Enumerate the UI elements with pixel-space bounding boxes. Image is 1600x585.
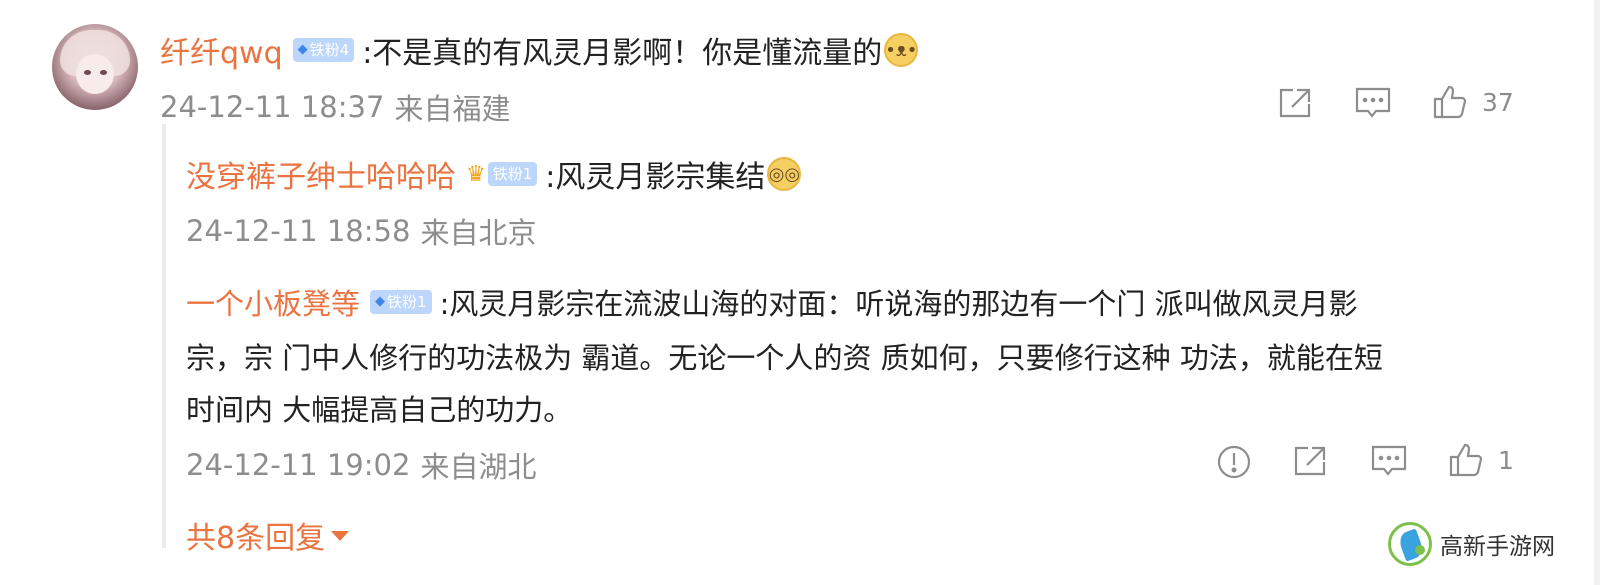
watermark: 高新手游网: [1388, 522, 1555, 566]
comment-icon: [1371, 445, 1407, 476]
reply-1-username[interactable]: 没穿裤子绅士哈哈哈: [186, 152, 456, 196]
reply-2-timestamp: 24-12-11 19:02: [186, 448, 411, 482]
comment-text: :不是真的有风灵月影啊！你是懂流量的: [362, 36, 883, 71]
like-count: 37: [1482, 87, 1514, 117]
reply-1-text: :风灵月影宗集结: [545, 160, 766, 195]
thumbs-up-icon: [1433, 85, 1467, 119]
reply-2-text-line-2: 宗，宗 门中人修行的功法极为 霸道。无论一个人的资 质如何，只要修行这种 功法，…: [186, 341, 1383, 375]
report-icon: [1217, 445, 1251, 479]
reply-1-badge-label: 铁粉: [492, 165, 523, 183]
watermark-text: 高新手游网: [1440, 534, 1555, 560]
diamond-icon: ◆: [297, 42, 308, 57]
comment-timestamp: 24-12-11 18:37: [160, 90, 385, 124]
comment-button[interactable]: [1354, 86, 1392, 120]
doge-emoji-icon: •ᴥ•: [884, 33, 919, 67]
reply-2-badge-label: 铁粉: [387, 293, 418, 311]
badge-label: 铁粉: [309, 41, 340, 59]
diamond-icon: ◆: [375, 294, 386, 309]
comment-location: 来自福建: [394, 92, 511, 126]
share-icon: [1279, 88, 1311, 118]
reply-2-text-line-1: :风灵月影宗在流波山海的对面：听说海的那边有一个门 派叫做风灵月影: [439, 287, 1358, 321]
glasses-emoji-icon: ◎◎: [767, 157, 802, 191]
report-button[interactable]: [1216, 444, 1252, 480]
reply-2-badge-level: 1: [417, 293, 427, 311]
caret-down-icon: [331, 531, 350, 541]
reply-2-text-line-3: 时间内 大幅提高自己的功力。: [186, 393, 573, 427]
reply-2-username[interactable]: 一个小板凳等: [186, 281, 360, 323]
more-replies-label: 共8条回复: [186, 521, 326, 556]
badge-level: 4: [339, 41, 350, 59]
reply-1-fan-badge[interactable]: 铁粉 1: [487, 162, 538, 186]
comment-meta: 24-12-11 18:37 来自福建: [160, 86, 510, 128]
fan-badge[interactable]: ◆ 铁粉 4: [292, 38, 355, 62]
reply-1-meta: 24-12-11 18:58 来自北京: [186, 210, 536, 252]
reply-2-meta: 24-12-11 19:02 来自湖北: [186, 444, 536, 486]
page-edge: [1594, 0, 1600, 585]
comment-username[interactable]: 纤纤qwq: [160, 28, 283, 72]
reply-2-like-count: 1: [1498, 445, 1514, 475]
share-button[interactable]: [1277, 86, 1313, 120]
comment-header: 纤纤qwq ◆ 铁粉 4 :不是真的有风灵月影啊！你是懂流量的 •ᴥ•: [160, 28, 919, 72]
reply-1-location: 来自北京: [420, 216, 537, 250]
reply-2-comment-button[interactable]: [1370, 444, 1408, 478]
avatar[interactable]: [52, 24, 138, 110]
reply-2-fan-badge[interactable]: ◆ 铁粉 1: [370, 290, 432, 314]
watermark-logo-icon: [1388, 522, 1432, 566]
thumbs-up-icon: [1449, 443, 1483, 477]
reply-1-badge-level: 1: [522, 165, 533, 183]
reply-thread-line: [162, 124, 166, 548]
comment-icon: [1355, 87, 1391, 118]
reply-2-like-button[interactable]: 1: [1448, 442, 1514, 478]
more-replies-link[interactable]: 共8条回复: [186, 513, 350, 557]
like-button[interactable]: 37: [1432, 84, 1514, 120]
crown-icon: ♛: [466, 161, 486, 187]
reply-1-timestamp: 24-12-11 18:58: [186, 214, 411, 248]
reply-1-header: 没穿裤子绅士哈哈哈 ♛ 铁粉 1 :风灵月影宗集结 ◎◎: [186, 152, 802, 196]
reply-2-share-button[interactable]: [1292, 444, 1328, 478]
reply-2-header: 一个小板凳等 ◆ 铁粉 1 :风灵月影宗在流波山海的对面：听说海的那边有一个门 派…: [186, 280, 1358, 324]
share-icon: [1294, 446, 1326, 476]
reply-2-location: 来自湖北: [420, 450, 537, 484]
